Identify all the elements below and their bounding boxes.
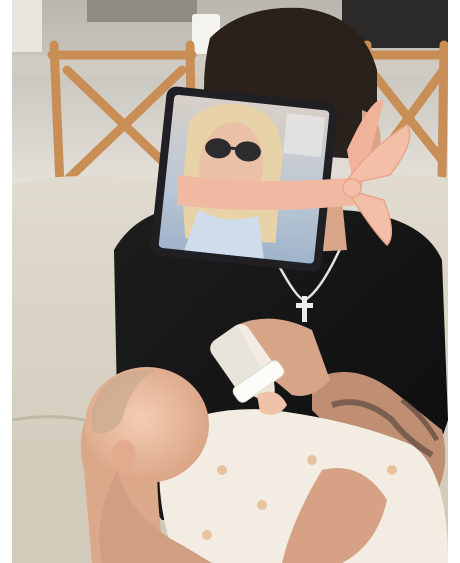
left-margin	[0, 0, 12, 563]
photo	[12, 0, 448, 563]
baby-ear	[112, 440, 136, 470]
right-margin	[448, 0, 460, 563]
kitchen-cabinet	[12, 0, 42, 52]
car-window	[282, 113, 325, 158]
photo-illustration	[12, 0, 448, 563]
kitchen-appliance	[87, 0, 197, 22]
